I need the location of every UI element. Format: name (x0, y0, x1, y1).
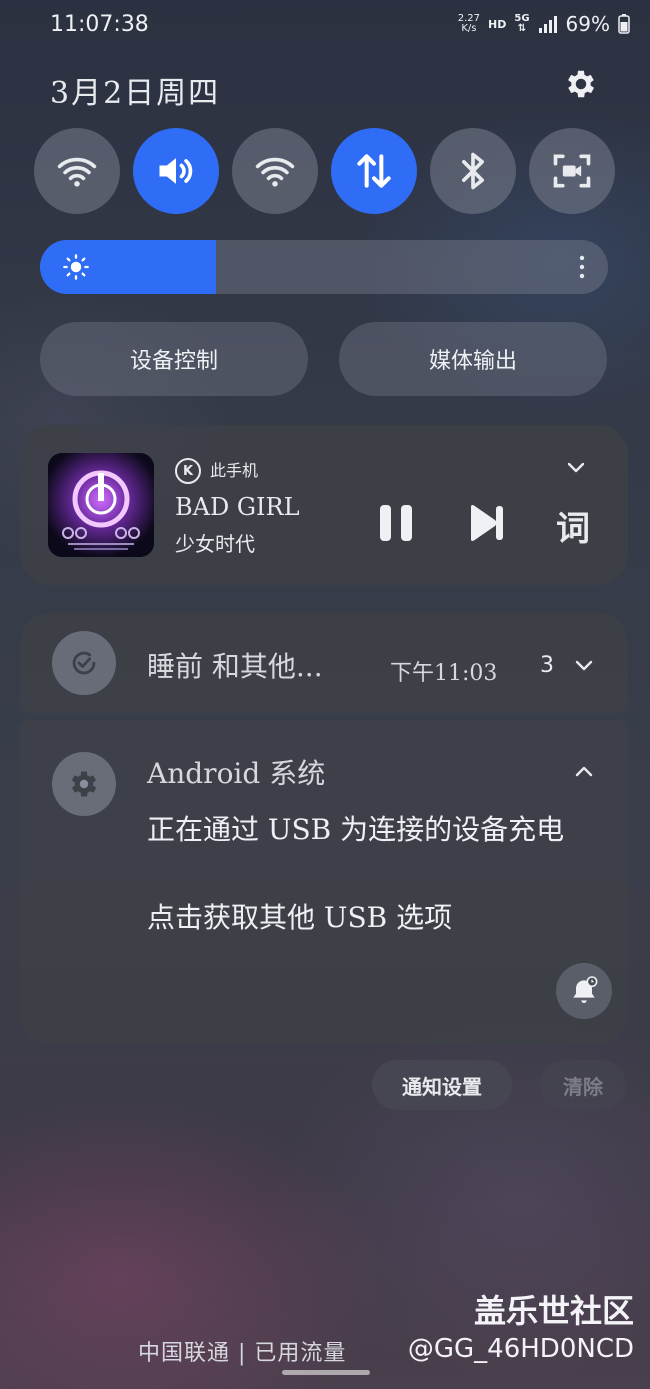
notification-item[interactable]: Android 系统 正在通过 USB 为连接的设备充电 点击获取其他 USB … (20, 720, 628, 1043)
media-player-card[interactable]: K 此手机 BAD GIRL 少女时代 词 (20, 425, 628, 585)
media-source-label: 此手机 (210, 461, 259, 480)
album-art (48, 453, 154, 557)
tile-bluetooth[interactable] (430, 128, 516, 214)
watermark-title: 盖乐世社区 (473, 1292, 634, 1330)
tile-screen-recorder[interactable] (529, 128, 615, 214)
check-clock-icon (72, 651, 96, 675)
data-arrows-icon (357, 154, 391, 188)
chevron-down-icon[interactable] (564, 455, 588, 479)
carrier-label: 中国联通 | 已用流量 (138, 1341, 347, 1366)
volume-icon (159, 158, 193, 184)
tile-wifi[interactable] (34, 128, 120, 214)
gear-icon[interactable] (563, 66, 599, 102)
source-app-icon: K (175, 458, 201, 484)
bell-snooze-icon (573, 976, 598, 1003)
battery-percent: 69% (565, 12, 610, 36)
notification-action-hint: 点击获取其他 USB 选项 (147, 901, 453, 934)
date-label: 3月2日周四 (50, 76, 221, 111)
home-indicator[interactable] (282, 1370, 370, 1375)
brightness-slider[interactable] (40, 240, 608, 294)
hd-badge: HD (488, 17, 507, 31)
skip-next-icon[interactable] (467, 501, 507, 545)
signal-icon (538, 16, 557, 33)
wifi-icon (255, 157, 295, 187)
notification-item[interactable]: 睡前 和其他... 下午11:03 3 (20, 613, 628, 713)
notification-settings-button[interactable]: 通知设置 (372, 1060, 512, 1110)
app-icon (52, 631, 116, 695)
screen-record-icon (553, 154, 591, 188)
sun-icon (63, 254, 89, 280)
android-system-icon (71, 771, 97, 797)
chevron-up-icon[interactable] (572, 760, 596, 784)
notification-body: 正在通过 USB 为连接的设备充电 (147, 813, 565, 846)
tile-hotspot[interactable] (232, 128, 318, 214)
media-output-button[interactable]: 媒体输出 (339, 322, 607, 396)
watermark-user: @GG_46HD0NCD (407, 1334, 634, 1364)
notification-title: 睡前 和其他... (147, 650, 323, 683)
notification-count: 3 (540, 653, 554, 678)
wifi-icon (57, 157, 97, 187)
battery-icon (618, 14, 630, 34)
clear-button[interactable]: 清除 (540, 1060, 626, 1110)
chevron-down-icon[interactable] (572, 653, 596, 677)
song-artist: 少女时代 (175, 532, 255, 556)
tile-sound[interactable] (133, 128, 219, 214)
notification-title: Android 系统 (147, 757, 326, 790)
bluetooth-icon (462, 152, 484, 190)
song-title: BAD GIRL (175, 493, 300, 521)
status-time: 11:07:38 (50, 12, 149, 37)
snooze-button[interactable] (556, 963, 612, 1019)
app-icon (52, 752, 116, 816)
lyrics-button[interactable]: 词 (556, 501, 590, 550)
notification-time: 下午11:03 (390, 661, 498, 686)
status-icons: 2.27 K/s HD 5G ⇅ 69% (458, 12, 630, 36)
device-control-button[interactable]: 设备控制 (40, 322, 308, 396)
tile-mobile-data[interactable] (331, 128, 417, 214)
network-speed: 2.27 K/s (457, 13, 481, 34)
network-type-badge: 5G ⇅ (514, 13, 530, 34)
pause-icon[interactable] (376, 501, 416, 545)
more-options-icon[interactable] (578, 254, 586, 280)
